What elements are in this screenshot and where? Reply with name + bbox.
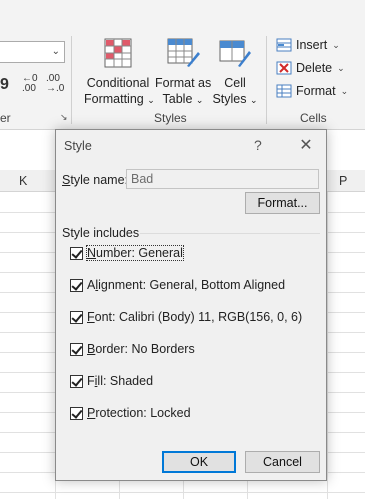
checkbox-checked-icon bbox=[70, 310, 83, 324]
fill-checkbox[interactable]: Fill: Shaded bbox=[70, 372, 153, 390]
format-as-table-icon bbox=[167, 38, 200, 67]
style-dialog: Style ? ✕ Style name: Bad Format... Styl… bbox=[55, 129, 327, 481]
cell-styles-button[interactable]: Cell Styles ⌄ bbox=[212, 38, 258, 108]
column-header-k[interactable]: K bbox=[19, 174, 27, 188]
alignment-option-label: Alignment: General, Bottom Aligned bbox=[87, 278, 286, 292]
alignment-checkbox[interactable]: Alignment: General, Bottom Aligned bbox=[70, 276, 285, 294]
font-option-label: Font: Calibri (Body) 11, RGB(156, 0, 6) bbox=[87, 310, 303, 324]
dialog-title: Style bbox=[64, 139, 92, 153]
column-header-p[interactable]: P bbox=[339, 174, 347, 188]
divider bbox=[71, 36, 72, 124]
chevron-down-icon: ⌄ bbox=[332, 39, 340, 50]
protection-checkbox[interactable]: Protection: Locked bbox=[70, 404, 191, 422]
format-cells-icon bbox=[276, 84, 292, 98]
ribbon: ⌄ 9 ←0 .00 .00 →.0 er ↘ Conditional Form… bbox=[0, 0, 365, 130]
grid-line bbox=[0, 492, 365, 493]
style-name-label: Style name: bbox=[62, 173, 129, 187]
conditional-formatting-line2: Formatting ⌄ bbox=[84, 92, 155, 106]
checkbox-checked-icon bbox=[70, 406, 83, 420]
border-option-label: Border: No Borders bbox=[87, 342, 195, 356]
divider bbox=[266, 36, 267, 124]
close-icon[interactable]: ✕ bbox=[296, 135, 316, 155]
styles-group-label: Styles bbox=[154, 111, 187, 125]
decrease-decimal-button[interactable]: .00 →.0 bbox=[46, 74, 64, 94]
chevron-down-icon: ⌄ bbox=[340, 85, 349, 96]
format-as-table-button[interactable]: Format as Table ⌄ bbox=[155, 38, 211, 108]
style-includes-label: Style includes bbox=[62, 226, 140, 240]
delete-label: Delete bbox=[296, 61, 333, 75]
cell-styles-line1: Cell bbox=[224, 76, 246, 90]
increase-decimal-button[interactable]: ←0 .00 bbox=[22, 74, 38, 94]
format-cells-button[interactable]: Format ⌄ bbox=[276, 82, 348, 100]
fill-option-label: Fill: Shaded bbox=[87, 374, 154, 388]
font-checkbox[interactable]: Font: Calibri (Body) 11, RGB(156, 0, 6) bbox=[70, 308, 302, 326]
number-option-label: Number: General bbox=[86, 245, 184, 261]
conditional-formatting-button[interactable]: Conditional Formatting ⌄ bbox=[84, 38, 155, 108]
format-button[interactable]: Format... bbox=[245, 192, 320, 214]
number-group-label: er bbox=[0, 111, 11, 125]
cells-group-label: Cells bbox=[300, 111, 327, 125]
insert-label: Insert bbox=[296, 38, 328, 52]
delete-cells-icon bbox=[276, 61, 292, 75]
number-checkbox[interactable]: Number: General bbox=[70, 244, 184, 262]
decrease-decimal-bottom: →.0 bbox=[46, 83, 65, 94]
number-format-dropdown[interactable]: ⌄ bbox=[0, 41, 65, 63]
format-as-table-line1: Format as bbox=[155, 76, 212, 90]
checkbox-checked-icon bbox=[70, 374, 83, 388]
cell-styles-icon bbox=[219, 40, 251, 67]
chevron-down-icon: ⌄ bbox=[337, 62, 345, 73]
dialog-launcher-icon[interactable]: ↘ bbox=[60, 112, 68, 123]
chevron-down-icon: ⌄ bbox=[51, 46, 60, 57]
checkbox-checked-icon bbox=[70, 278, 83, 292]
delete-cells-button[interactable]: Delete ⌄ bbox=[276, 59, 345, 77]
style-name-field[interactable]: Bad bbox=[126, 169, 319, 189]
ok-button[interactable]: OK bbox=[162, 451, 236, 473]
protection-option-label: Protection: Locked bbox=[87, 406, 191, 420]
cancel-button[interactable]: Cancel bbox=[245, 451, 320, 473]
conditional-formatting-line1: Conditional bbox=[86, 76, 150, 90]
border-checkbox[interactable]: Border: No Borders bbox=[70, 340, 195, 358]
format-label: Format bbox=[296, 84, 336, 98]
insert-cells-button[interactable]: Insert ⌄ bbox=[276, 36, 340, 54]
divider bbox=[140, 233, 320, 234]
cell-styles-line2: Styles ⌄ bbox=[212, 92, 258, 106]
checkbox-checked-icon bbox=[70, 342, 83, 356]
insert-cells-icon bbox=[276, 38, 292, 52]
comma-style-icon[interactable]: 9 bbox=[0, 76, 9, 94]
increase-decimal-bottom: .00 bbox=[22, 83, 36, 94]
checkbox-checked-icon bbox=[70, 246, 83, 260]
conditional-formatting-icon bbox=[104, 38, 132, 68]
help-button[interactable]: ? bbox=[254, 137, 262, 153]
format-as-table-line2: Table ⌄ bbox=[162, 92, 204, 106]
